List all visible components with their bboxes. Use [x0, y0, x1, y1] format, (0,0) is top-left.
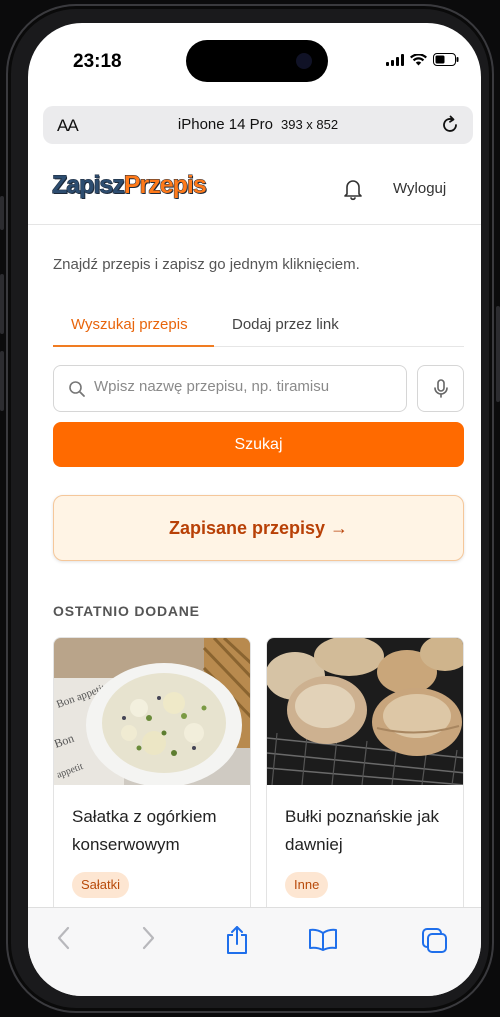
logo-part-1: Zapisz [52, 171, 126, 200]
back-icon[interactable] [56, 925, 72, 951]
search-button[interactable]: Szukaj [53, 422, 464, 467]
mute-switch [0, 196, 4, 230]
microphone-icon [434, 379, 448, 398]
volume-up-button [0, 274, 4, 334]
share-icon[interactable] [225, 925, 249, 955]
status-time: 23:18 [73, 51, 122, 72]
active-tab-indicator [53, 345, 214, 347]
tab-add-by-link[interactable]: Dodaj przez link [232, 316, 339, 333]
status-bar: 23:18 [28, 23, 481, 103]
forward-icon[interactable] [140, 925, 156, 951]
search-input[interactable] [94, 378, 394, 395]
category-badge: Inne [285, 872, 329, 898]
logout-link[interactable]: Wyloguj [393, 180, 446, 197]
recent-section-title: OSTATNIO DODANE [53, 603, 200, 619]
recipe-card[interactable]: Bon appetit Bon appetit Sałatka z ogórki… [53, 637, 251, 917]
volume-down-button [0, 351, 4, 411]
search-icon [69, 381, 85, 397]
url-title: iPhone 14 Pro [177, 116, 273, 133]
phone-screen: 23:18 AA iPhone 14 Pro 393 x 852 ZapiszP… [28, 23, 481, 996]
saved-recipes-button[interactable]: Zapisane przepisy → [53, 495, 464, 561]
dynamic-island [186, 40, 328, 82]
status-icons [386, 53, 459, 66]
power-button [496, 306, 500, 402]
intro-text: Znajdź przepis i zapisz go jednym klikni… [53, 256, 360, 273]
reload-icon[interactable] [439, 114, 461, 136]
voice-search-button[interactable] [417, 365, 464, 412]
site-logo[interactable]: ZapiszPrzepis [52, 171, 208, 200]
category-badge: Sałatki [72, 872, 130, 898]
tabs-icon[interactable] [421, 927, 449, 955]
recipe-image-rolls [267, 638, 463, 785]
phone-frame: 23:18 AA iPhone 14 Pro 393 x 852 ZapiszP… [0, 4, 500, 1013]
site-header: ZapiszPrzepis Wyloguj [28, 153, 481, 225]
recipe-title: Sałatka z ogórkiem konserwowym [72, 807, 217, 854]
recipe-image-salad: Bon appetit Bon appetit [54, 638, 250, 785]
battery-icon [433, 53, 459, 66]
url-display[interactable]: iPhone 14 Pro 393 x 852 [43, 116, 473, 133]
url-dimensions: 393 x 852 [280, 117, 339, 132]
logo-part-2: Przepis [123, 171, 207, 200]
browser-toolbar [28, 907, 481, 996]
search-tabs: Wyszukaj przepis Dodaj przez link [53, 310, 464, 347]
recipe-title: Bułki poznańskie jak dawniej [285, 807, 440, 854]
tab-search-recipe[interactable]: Wyszukaj przepis [71, 316, 188, 333]
camera-icon [296, 53, 312, 69]
recipe-card[interactable]: Bułki poznańskie jak dawniej Inne [266, 637, 464, 917]
search-field[interactable] [53, 365, 407, 412]
bookmarks-icon[interactable] [308, 928, 338, 952]
bell-icon[interactable] [342, 177, 364, 201]
wifi-icon [410, 53, 427, 65]
signal-icon [386, 53, 404, 66]
browser-url-bar[interactable]: AA iPhone 14 Pro 393 x 852 [43, 106, 473, 144]
